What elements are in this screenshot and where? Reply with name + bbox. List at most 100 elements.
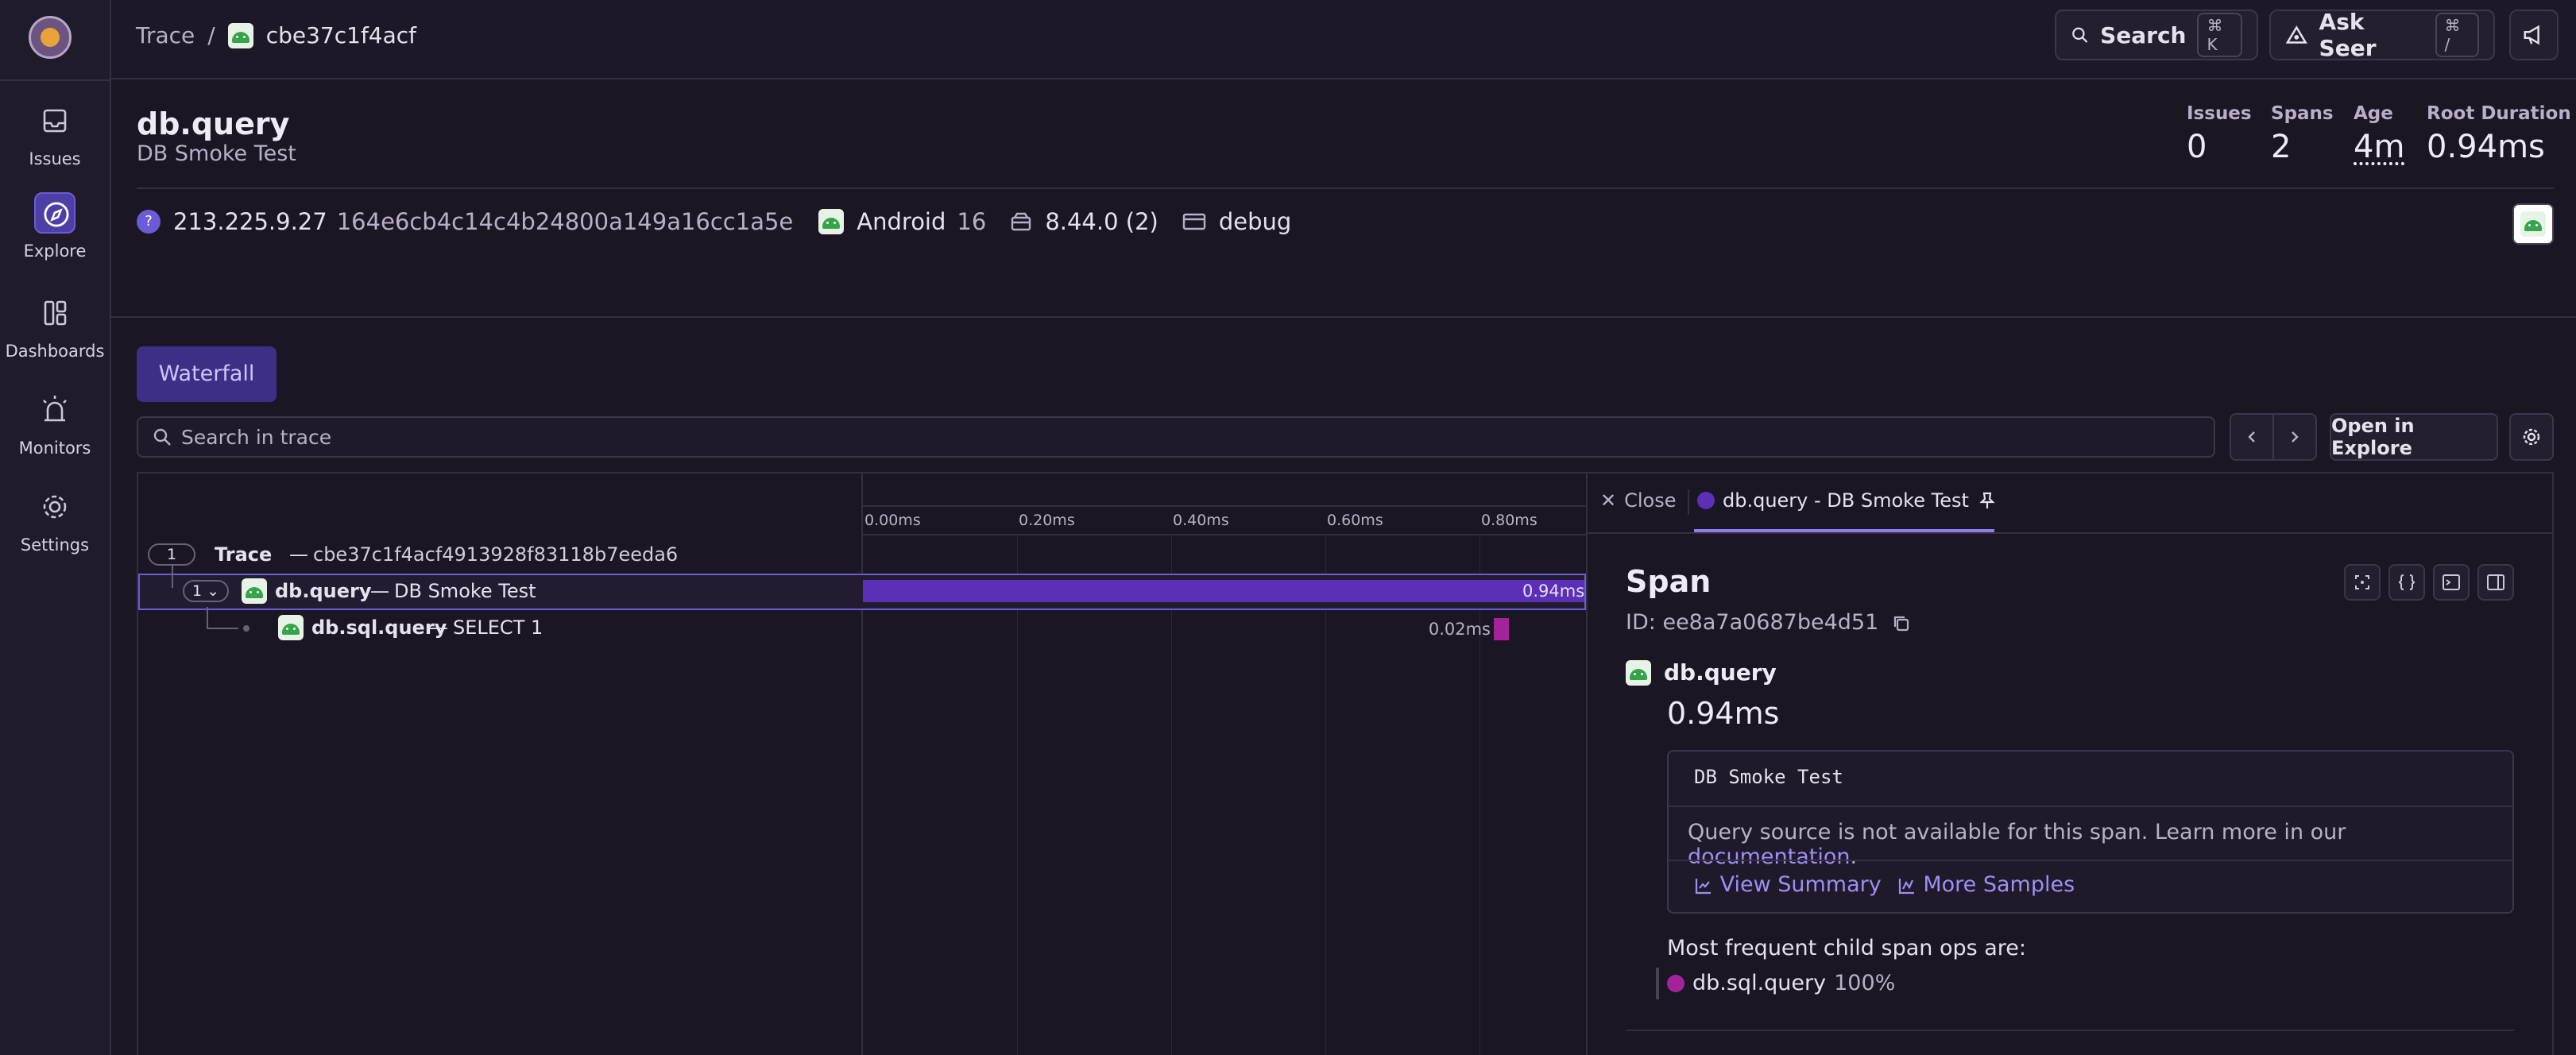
trace-row-db-sql-query[interactable]: db.sql.query — SELECT 1 <box>138 607 861 647</box>
child-op-name: db.sql.query <box>1692 971 1827 995</box>
pin-icon[interactable] <box>1977 490 1998 511</box>
close-icon: ✕ <box>1600 489 1617 512</box>
tab-label: db.query - DB Smoke Test <box>1723 489 1969 512</box>
open-in-explore-button[interactable]: Open in Explore <box>2330 413 2498 461</box>
sidebar-item-settings[interactable]: Settings <box>0 486 110 574</box>
span-sep: — <box>370 580 389 602</box>
org-avatar[interactable] <box>29 16 72 59</box>
span-duration-label: 0.94ms <box>1522 582 1585 601</box>
android-icon <box>818 209 845 234</box>
child-ops-bar <box>1656 968 1659 999</box>
ask-seer-button[interactable]: Ask Seer ⌘ / <box>2269 9 2495 61</box>
sidebar: Issues Explore Dashboards Monitors Setti… <box>0 0 111 1055</box>
screenshot-button[interactable] <box>2344 564 2381 601</box>
active-tab-indicator <box>1694 529 1994 532</box>
search-icon <box>2072 27 2088 43</box>
trace-row-root[interactable]: 1 Trace — cbe37c1f4acf4913928f83118b7eed… <box>138 535 861 572</box>
header-divider <box>137 187 2554 189</box>
search-button[interactable]: Search ⌘ K <box>2055 10 2258 60</box>
note-text: Query source is not available for this s… <box>1688 820 2346 844</box>
tick-label: 0.40ms <box>1173 512 1229 529</box>
copy-icon[interactable] <box>1892 614 1911 633</box>
sidebar-item-label: Settings <box>20 535 90 555</box>
package-icon <box>1011 212 1031 231</box>
stat-value[interactable]: 4m <box>2354 129 2404 165</box>
feedback-button[interactable] <box>2509 10 2559 60</box>
seer-eye-icon <box>2285 25 2307 44</box>
tree-connector <box>207 607 208 629</box>
tag-environment[interactable]: debug <box>1219 208 1291 235</box>
chevron-right-icon <box>2292 431 2299 442</box>
tag-os[interactable]: Android <box>857 208 946 235</box>
span-duration-label: 0.02ms <box>1428 620 1491 639</box>
details-divider[interactable] <box>1586 473 1588 1055</box>
ask-seer-label: Ask Seer <box>2319 9 2377 61</box>
chevron-left-icon <box>2248 431 2255 442</box>
child-count: 1 <box>191 582 203 600</box>
user-unknown-icon: ? <box>137 210 161 234</box>
span-op: db.query <box>1664 659 1777 686</box>
page-subtitle: DB Smoke Test <box>137 141 296 166</box>
ask-seer-shortcut: ⌘ / <box>2435 13 2479 57</box>
next-button[interactable] <box>2272 413 2317 461</box>
note-end: . <box>1850 844 1858 869</box>
breadcrumb-current: cbe37c1f4acf <box>265 22 417 48</box>
braces-icon <box>2398 574 2415 590</box>
stat-label: Root Duration <box>2427 103 2571 124</box>
stat-value: 2 <box>2271 129 2292 165</box>
span-sep: — <box>289 543 308 566</box>
sidebar-item-issues[interactable]: Issues <box>0 100 110 187</box>
tick-label: 0.80ms <box>1481 512 1537 529</box>
tag-os-version: 16 <box>957 208 987 235</box>
span-op: Trace <box>215 543 273 566</box>
documentation-link[interactable]: documentation <box>1688 844 1851 869</box>
stat-value: 0.94ms <box>2427 129 2545 165</box>
stat-issues: Issues 0 <box>2187 103 2252 165</box>
tag-ip[interactable]: 213.225.9.27 <box>173 208 327 235</box>
inbox-icon <box>34 100 75 141</box>
stat-root-duration: Root Duration 0.94ms <box>2427 103 2571 165</box>
stat-age: Age 4m <box>2354 103 2404 165</box>
sidebar-item-explore[interactable]: Explore <box>0 192 110 280</box>
trace-search-input[interactable]: Search in trace <box>137 416 2215 458</box>
trace-row-db-query[interactable]: 1 ⌄ db.query — DB Smoke Test <box>138 566 861 610</box>
span-id-value: ee8a7a0687be4d51 <box>1662 610 1879 635</box>
android-icon <box>278 615 304 640</box>
terminal-button[interactable] <box>2433 564 2470 601</box>
sidebar-item-label: Issues <box>29 149 81 168</box>
sidebar-item-dashboards[interactable]: Dashboards <box>0 292 110 380</box>
span-bar-db-query[interactable] <box>863 580 1584 602</box>
span-description: DB Smoke Test <box>394 580 536 602</box>
span-bar-db-sql-query[interactable] <box>1493 618 1510 640</box>
stat-label: Spans <box>2271 103 2334 124</box>
details-heading: Span <box>1626 564 1712 599</box>
tag-device-id[interactable]: 164e6cb4c14c4b24800a149a16cc1a5e <box>337 208 794 235</box>
close-details-button[interactable]: ✕ Close <box>1600 489 1677 512</box>
previous-button[interactable] <box>2230 413 2274 461</box>
more-samples-link[interactable]: More Samples <box>1897 872 2075 897</box>
stat-label: Age <box>2354 103 2393 124</box>
column-divider[interactable] <box>861 473 863 1055</box>
search-icon <box>153 428 171 446</box>
top-bar: Trace / cbe37c1f4acf Search ⌘ K Ask Seer… <box>111 0 2576 79</box>
dashboard-icon <box>34 292 75 334</box>
json-button[interactable] <box>2388 564 2425 601</box>
tick-label: 0.00ms <box>864 512 921 529</box>
child-count-toggle[interactable]: 1 ⌄ <box>183 580 229 602</box>
tick-label: 0.60ms <box>1327 512 1383 529</box>
tag-release[interactable]: 8.44.0 (2) <box>1045 208 1158 235</box>
query-divider <box>1669 860 2512 861</box>
siren-icon <box>34 389 75 431</box>
child-op-item[interactable]: db.sql.query 100% <box>1667 971 1895 995</box>
megaphone-icon <box>2524 25 2539 45</box>
more-samples-label: More Samples <box>1923 872 2075 897</box>
sidebar-item-monitors[interactable]: Monitors <box>0 389 110 477</box>
waterfall-settings-button[interactable] <box>2509 413 2554 461</box>
child-count[interactable]: 1 <box>148 543 195 566</box>
query-divider <box>1669 806 2512 807</box>
tab-waterfall[interactable]: Waterfall <box>137 346 277 402</box>
toggle-panel-button[interactable] <box>2477 564 2514 601</box>
tab-span-details[interactable]: db.query - DB Smoke Test <box>1697 489 1998 512</box>
breadcrumb-trace[interactable]: Trace <box>136 22 195 48</box>
view-summary-link[interactable]: View Summary <box>1694 872 1882 897</box>
